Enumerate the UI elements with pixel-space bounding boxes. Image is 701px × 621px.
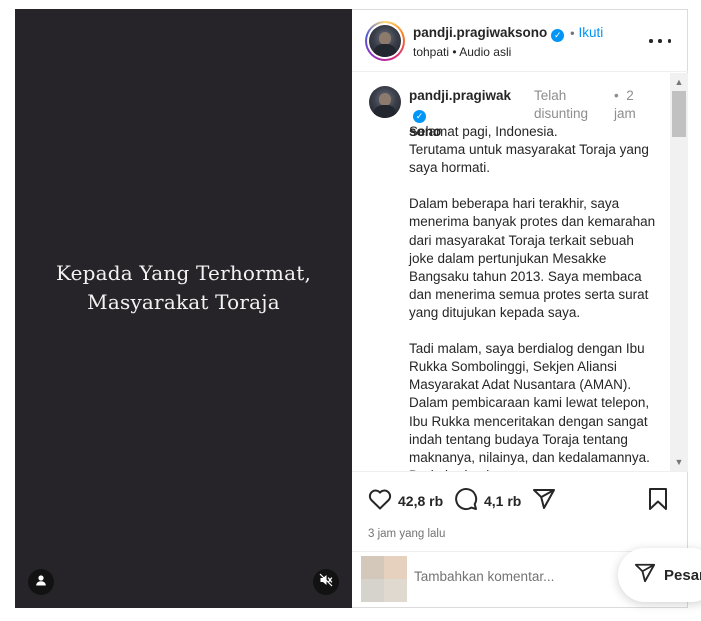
messages-label: Pesan xyxy=(664,566,701,584)
speaker-muted-icon xyxy=(319,573,333,592)
caption-text: Selamat pagi, Indonesia. Terutama untuk … xyxy=(409,124,656,471)
scrollbar-thumb[interactable] xyxy=(672,91,686,137)
more-dot xyxy=(658,39,662,43)
audio-owner-link[interactable]: tohpati xyxy=(413,45,449,59)
edited-label-line-2: disunting xyxy=(534,106,589,121)
avatar-tile xyxy=(361,579,384,602)
save-button[interactable] xyxy=(648,487,668,515)
caption-timestamp[interactable]: • 2 jam xyxy=(614,87,654,123)
more-dot xyxy=(667,39,671,43)
verified-badge-icon: ✓ xyxy=(551,29,565,42)
more-horizontal-icon xyxy=(649,39,653,43)
verified-badge-icon: ✓ xyxy=(413,109,426,123)
avatar-tile xyxy=(384,556,407,579)
post-time-ago[interactable]: 3 jam yang lalu xyxy=(368,528,445,540)
edited-label-line-1: Telah xyxy=(534,88,567,103)
share-button[interactable] xyxy=(532,488,556,514)
avatar xyxy=(369,86,401,118)
edited-label: Telah disunting xyxy=(534,87,602,123)
send-icon xyxy=(634,562,656,589)
post-side-panel: pandji.pragiwaksono ✓ • Ikuti tohpati • Aud… xyxy=(352,9,688,608)
comment-input[interactable] xyxy=(414,569,614,584)
video-caption-line-1: Kepada Yang Terhormat, xyxy=(55,261,311,285)
caption-username-part-1: pandji.pragiwak xyxy=(409,88,512,103)
like-button[interactable]: 42,8 rb xyxy=(368,488,443,514)
comment-button[interactable]: 4,1 rb xyxy=(454,487,521,516)
current-user-avatar xyxy=(361,556,407,602)
avatar xyxy=(369,25,401,57)
timestamp-unit: jam xyxy=(614,106,636,121)
audio-attribution: tohpati • Audio asli xyxy=(413,45,511,59)
user-icon xyxy=(35,573,47,591)
heart-icon xyxy=(368,488,392,515)
comment-bubble-icon xyxy=(454,487,478,516)
scroll-down-arrow-icon[interactable]: ▼ xyxy=(674,457,684,467)
bookmark-icon xyxy=(648,487,668,515)
reel-video[interactable]: Kepada Yang Terhormat, Masyarakat Toraja xyxy=(15,9,352,608)
mute-button[interactable] xyxy=(313,569,339,595)
scroll-up-arrow-icon[interactable]: ▲ xyxy=(674,77,684,87)
audio-separator: • xyxy=(452,45,457,59)
header-title-row: pandji.pragiwaksono ✓ • Ikuti xyxy=(413,25,603,42)
follow-button[interactable]: Ikuti xyxy=(578,25,603,40)
author-username[interactable]: pandji.pragiwaksono xyxy=(413,25,547,40)
avatar-tile xyxy=(384,579,407,602)
scrollbar[interactable]: ▲ ▼ xyxy=(670,73,688,471)
action-bar: 42,8 rb 4,1 rb 3 jam yang lalu xyxy=(352,471,688,551)
more-options-button[interactable] xyxy=(649,34,671,48)
video-caption: Kepada Yang Terhormat, Masyarakat Toraja xyxy=(15,259,352,317)
caption-author-avatar[interactable] xyxy=(369,86,401,118)
separator-dot: • xyxy=(570,26,575,40)
like-count[interactable]: 42,8 rb xyxy=(398,493,443,509)
timestamp-number: 2 xyxy=(626,88,634,103)
comments-scroll-area[interactable]: pandji.pragiwak✓ sono Telah disunting • … xyxy=(352,73,688,471)
audio-link[interactable]: Audio asli xyxy=(459,45,511,59)
send-icon xyxy=(532,487,556,516)
tagged-users-button[interactable] xyxy=(28,569,54,595)
author-avatar-story-ring[interactable] xyxy=(365,21,405,61)
post-header: pandji.pragiwaksono ✓ • Ikuti tohpati • Aud… xyxy=(352,9,688,72)
avatar-tile xyxy=(361,556,384,579)
messages-button[interactable]: Pesan xyxy=(618,548,701,602)
comment-count[interactable]: 4,1 rb xyxy=(484,493,521,509)
timestamp-separator: • xyxy=(614,88,619,103)
video-caption-line-2: Masyarakat Toraja xyxy=(87,290,280,314)
